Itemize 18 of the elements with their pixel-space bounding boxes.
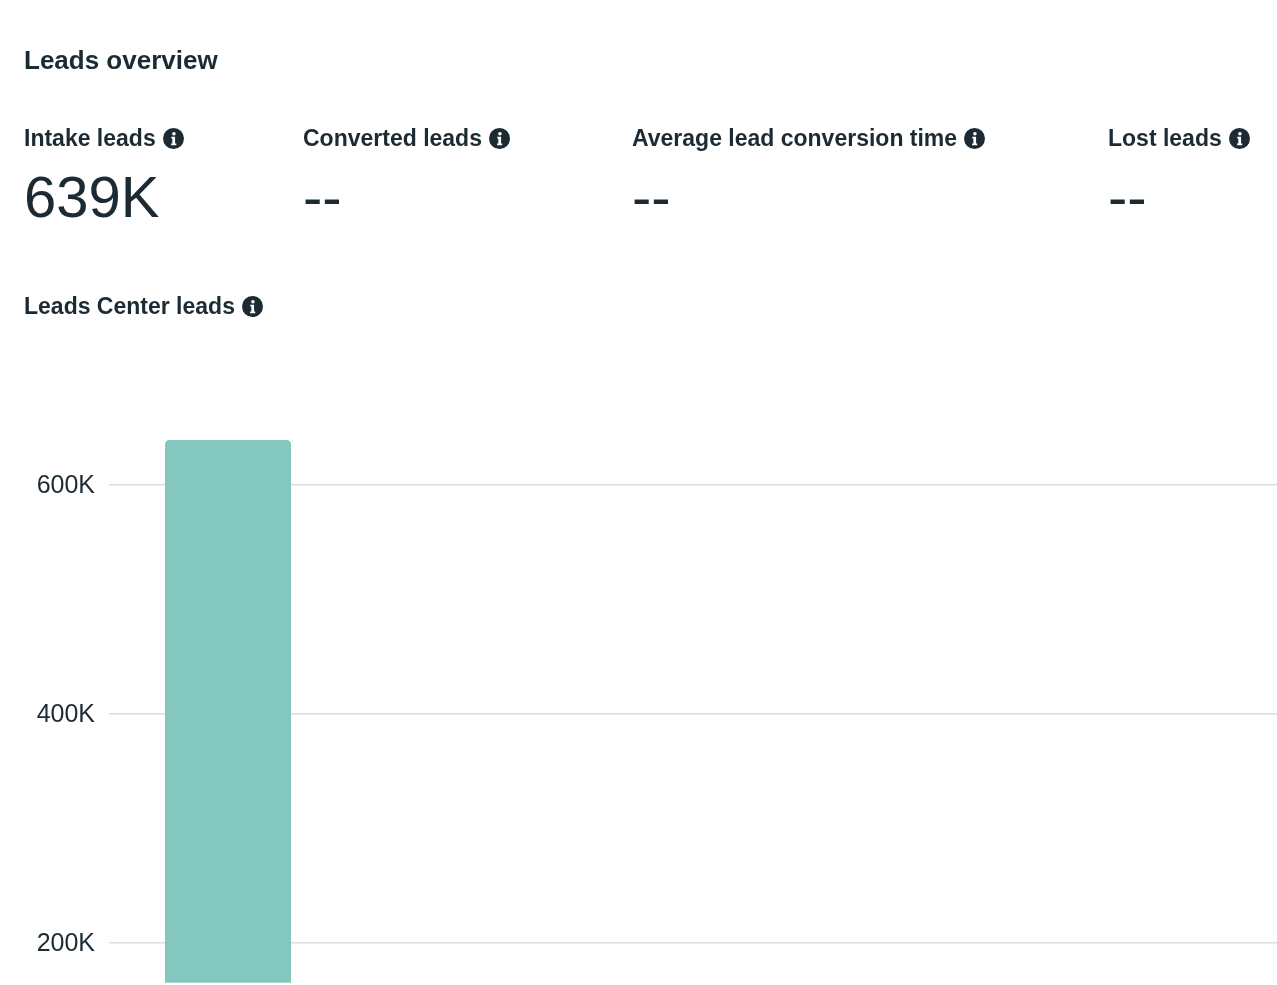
metric-value: --	[632, 165, 671, 229]
info-icon[interactable]	[1228, 127, 1250, 149]
y-axis-label: 400K	[36, 699, 95, 728]
info-icon[interactable]	[162, 127, 184, 149]
metric-label: Intake leads	[24, 124, 156, 152]
metric-value: 639K	[24, 165, 160, 229]
metric-label: Average lead conversion time	[632, 124, 958, 152]
info-icon[interactable]	[964, 127, 986, 149]
info-icon[interactable]	[241, 295, 263, 317]
metric-value: --	[1108, 165, 1147, 229]
metric-label: Converted leads	[303, 124, 482, 152]
page-title: Leads overview	[24, 44, 218, 76]
y-axis-label: 600K	[36, 470, 95, 499]
info-icon[interactable]	[488, 127, 510, 149]
y-axis-label: 200K	[36, 928, 95, 957]
metric-label: Lost leads	[1108, 124, 1222, 152]
chart-title: Leads Center leads	[24, 292, 235, 320]
metric-value: --	[303, 165, 342, 229]
